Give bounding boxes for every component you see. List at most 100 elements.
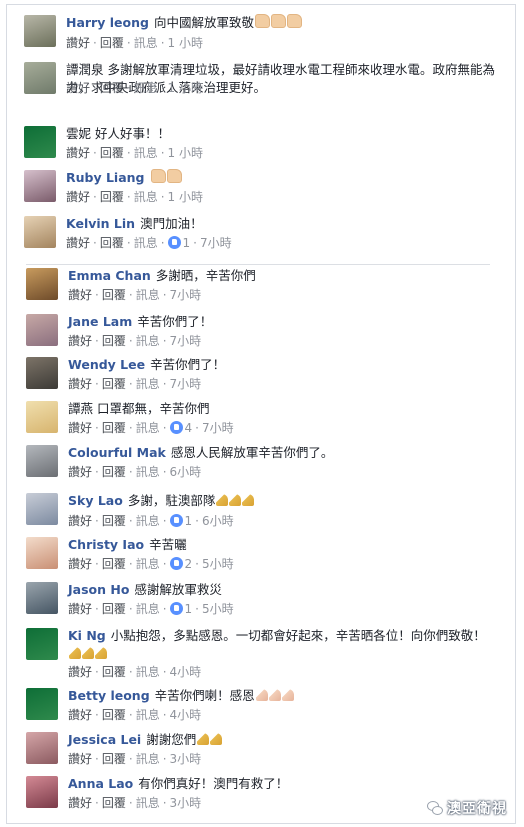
like-link[interactable]: 讚好 [68,557,92,571]
message-link[interactable]: 訊息 [136,708,160,722]
reply-link[interactable]: 回覆 [102,334,126,348]
message-link[interactable]: 訊息 [136,752,160,766]
commenter-name[interactable]: Kelvin Lin [66,216,135,231]
message-link[interactable]: 訊息 [134,36,158,50]
commenter-name[interactable]: Ki Ng [68,628,106,643]
like-link[interactable]: 讚好 [68,665,92,679]
like-link[interactable]: 讚好 [66,36,90,50]
avatar[interactable] [26,314,58,346]
commenter-name[interactable]: Sky Lao [68,493,123,508]
commenter-name[interactable]: Wendy Lee [68,357,145,372]
message-link[interactable]: 訊息 [134,236,158,250]
avatar[interactable] [26,628,58,660]
timestamp[interactable]: 6小時 [170,465,202,479]
message-link[interactable]: 訊息 [134,81,158,95]
like-link[interactable]: 讚好 [68,421,92,435]
reply-link[interactable]: 回覆 [102,665,126,679]
avatar[interactable] [26,268,58,300]
commenter-name[interactable]: Emma Chan [68,268,151,283]
commenter-name[interactable]: Ruby Liang [66,170,145,185]
timestamp[interactable]: 7小時 [170,334,202,348]
avatar[interactable] [26,537,58,569]
message-link[interactable]: 訊息 [136,421,160,435]
like-link[interactable]: 讚好 [66,236,90,250]
reply-link[interactable]: 回覆 [102,557,126,571]
commenter-name[interactable]: Betty leong [68,688,150,703]
timestamp[interactable]: 3小時 [170,752,202,766]
avatar[interactable] [24,62,56,94]
like-count[interactable]: 2 [185,557,193,571]
like-link[interactable]: 讚好 [68,514,92,528]
commenter-name[interactable]: Christy Iao [68,537,144,552]
reply-link[interactable]: 回覆 [102,377,126,391]
like-link[interactable]: 讚好 [68,752,92,766]
avatar[interactable] [24,15,56,47]
avatar[interactable] [24,216,56,248]
reply-link[interactable]: 回覆 [100,36,124,50]
like-count[interactable]: 1 [185,602,193,616]
message-link[interactable]: 訊息 [136,796,160,810]
timestamp[interactable]: 1 小時 [168,81,203,95]
avatar[interactable] [26,445,58,477]
commenter-name[interactable]: Colourful Mak [68,445,166,460]
avatar[interactable] [26,776,58,808]
commenter-name[interactable]: Anna Lao [68,776,133,791]
message-link[interactable]: 訊息 [136,665,160,679]
avatar[interactable] [26,401,58,433]
message-link[interactable]: 訊息 [136,557,160,571]
message-link[interactable]: 訊息 [136,334,160,348]
timestamp[interactable]: 1 小時 [168,190,203,204]
reply-link[interactable]: 回覆 [102,708,126,722]
like-link[interactable]: 讚好 [68,288,92,302]
commenter-name[interactable]: Jane Lam [68,314,132,329]
reply-link[interactable]: 回覆 [102,465,126,479]
like-link[interactable]: 讚好 [68,708,92,722]
timestamp[interactable]: 4小時 [170,665,202,679]
reply-link[interactable]: 回覆 [100,236,124,250]
reply-link[interactable]: 回覆 [102,288,126,302]
message-link[interactable]: 訊息 [136,377,160,391]
avatar[interactable] [24,170,56,202]
avatar[interactable] [26,732,58,764]
timestamp[interactable]: 5小時 [202,602,234,616]
reply-link[interactable]: 回覆 [100,81,124,95]
commenter-name[interactable]: Harry leong [66,15,149,30]
reply-link[interactable]: 回覆 [102,514,126,528]
reply-link[interactable]: 回覆 [102,602,126,616]
reply-link[interactable]: 回覆 [102,421,126,435]
like-link[interactable]: 讚好 [66,146,90,160]
like-link[interactable]: 讚好 [68,465,92,479]
timestamp[interactable]: 4小時 [170,708,202,722]
like-count[interactable]: 4 [185,421,193,435]
message-link[interactable]: 訊息 [134,190,158,204]
commenter-name[interactable]: Jason Ho [68,582,129,597]
commenter-name[interactable]: Jessica Lei [68,732,141,747]
timestamp[interactable]: 7小時 [170,288,202,302]
message-link[interactable]: 訊息 [136,514,160,528]
timestamp[interactable]: 7小時 [170,377,202,391]
avatar[interactable] [26,357,58,389]
avatar[interactable] [26,493,58,525]
reply-link[interactable]: 回覆 [100,146,124,160]
timestamp[interactable]: 6小時 [202,514,234,528]
timestamp[interactable]: 3小時 [170,796,202,810]
like-link[interactable]: 讚好 [66,190,90,204]
timestamp[interactable]: 1 小時 [168,36,203,50]
avatar[interactable] [26,582,58,614]
like-link[interactable]: 讚好 [68,796,92,810]
timestamp[interactable]: 5小時 [202,557,234,571]
reply-link[interactable]: 回覆 [102,796,126,810]
message-link[interactable]: 訊息 [136,288,160,302]
like-count[interactable]: 1 [185,514,193,528]
message-link[interactable]: 訊息 [136,602,160,616]
timestamp[interactable]: 7小時 [200,236,232,250]
message-link[interactable]: 訊息 [136,465,160,479]
avatar[interactable] [24,126,56,158]
like-link[interactable]: 讚好 [66,81,90,95]
like-link[interactable]: 讚好 [68,377,92,391]
reply-link[interactable]: 回覆 [102,752,126,766]
like-link[interactable]: 讚好 [68,334,92,348]
timestamp[interactable]: 7小時 [202,421,234,435]
avatar[interactable] [26,688,58,720]
like-count[interactable]: 1 [183,236,191,250]
